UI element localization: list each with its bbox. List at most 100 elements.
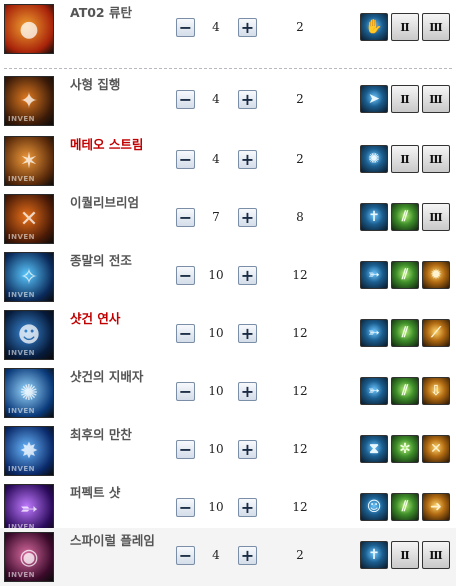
decrease-button[interactable]: − [176,90,195,109]
watermark: INVEN [8,465,36,473]
tripod-2-icon[interactable]: ✲ [391,435,419,463]
skill-row: ✦ INVEN 사형 집행 − 4 +2 ➤ Ⅱ Ⅲ [0,72,456,130]
skill-thumbnail: ● [4,4,54,54]
skill-row: ◉ INVEN 스파이럴 플레임 − 4 +2 ✝ Ⅱ Ⅲ [0,528,456,586]
skill-name: 종말의 전조 [70,253,132,268]
tripod-tier-3-button[interactable]: Ⅲ [422,85,450,113]
skill-level-value: 12 [292,500,308,514]
tripod-1-icon[interactable]: ➳ [360,319,388,347]
skill-row: ✧ INVEN 종말의 전조 −10 +12 ➳ ⫽ ✹ [0,248,456,306]
tripod-3-icon[interactable]: ⟋ [422,319,450,347]
tripod-1-icon[interactable]: ✋ [360,13,388,41]
tripod-3-icon[interactable]: ➜ [422,493,450,521]
skill-level-value: 12 [292,268,308,282]
tripod-1-icon[interactable]: ⧗ [360,435,388,463]
tripod-2-icon[interactable]: ⫽ [391,203,419,231]
skill-thumbnail: ✸ INVEN [4,426,54,476]
increase-button[interactable]: + [238,324,257,343]
tripod-2-icon[interactable]: ⫽ [391,493,419,521]
tripod-2-icon[interactable]: ⫽ [391,319,419,347]
tripod-tier-2-button[interactable]: Ⅱ [391,145,419,173]
increase-button[interactable]: + [238,440,257,459]
tripod-2-icon[interactable]: ⫽ [391,261,419,289]
tripod-3-icon[interactable]: ✕ [422,435,450,463]
skill-thumbnail: ✦ INVEN [4,76,54,126]
decrease-button[interactable]: − [176,498,195,517]
tripod-1-icon[interactable]: ✝ [360,541,388,569]
increase-button[interactable]: + [238,546,257,565]
skill-level-value: 2 [296,548,304,562]
decrease-button[interactable]: − [176,440,195,459]
skill-points-value: 10 [208,268,224,282]
tripod-1-icon[interactable]: ✺ [360,145,388,173]
increase-button[interactable]: + [238,382,257,401]
skill-points-value: 10 [208,326,224,340]
skill-thumbnail: ✶ INVEN [4,136,54,186]
watermark: INVEN [8,291,36,299]
watermark: INVEN [8,349,36,357]
skill-points-value: 4 [212,548,220,562]
skill-row: ✕ INVEN 이퀄리브리엄 − 7 +8 ✝ ⫽ Ⅲ [0,190,456,248]
skill-level-value: 2 [296,152,304,166]
skill-thumbnail: ✕ INVEN [4,194,54,244]
tripod-tier-2-button[interactable]: Ⅱ [391,13,419,41]
tripod-tier-2-button[interactable]: Ⅱ [391,541,419,569]
tripod-2-icon[interactable]: ⫽ [391,377,419,405]
skill-thumbnail: ☻ INVEN [4,310,54,360]
tripod-tier-3-button[interactable]: Ⅲ [422,13,450,41]
skill-points-value: 4 [212,20,220,34]
skill-thumbnail: ✺ INVEN [4,368,54,418]
tripod-1-icon[interactable]: ➳ [360,377,388,405]
decrease-button[interactable]: − [176,266,195,285]
decrease-button[interactable]: − [176,208,195,227]
skill-points-value: 4 [212,92,220,106]
tripod-3-icon[interactable]: ⇩ [422,377,450,405]
skill-name: 메테오 스트림 [70,137,144,152]
skill-name: 최후의 만찬 [70,427,132,442]
tripod-tier-3-button[interactable]: Ⅲ [422,145,450,173]
skill-row: ✸ INVEN 최후의 만찬 −10 +12 ⧗ ✲ ✕ [0,422,456,480]
decrease-button[interactable]: − [176,324,195,343]
tripod-1-icon[interactable]: ✝ [360,203,388,231]
skill-points-value: 10 [208,384,224,398]
skill-level-value: 12 [292,326,308,340]
skill-name: 샷건의 지배자 [70,369,144,384]
tripod-1-icon[interactable]: ➤ [360,85,388,113]
skill-name: 스파이럴 플레임 [70,533,155,548]
skill-name: 퍼펙트 샷 [70,485,121,500]
skill-level-value: 12 [292,442,308,456]
increase-button[interactable]: + [238,208,257,227]
skill-thumbnail-glyph: ● [19,16,39,42]
watermark: INVEN [8,115,36,123]
skill-level-value: 2 [296,20,304,34]
decrease-button[interactable]: − [176,18,195,37]
skill-name: 샷건 연사 [70,311,121,326]
tripod-tier-2-button[interactable]: Ⅱ [391,85,419,113]
increase-button[interactable]: + [238,90,257,109]
skill-points-value: 7 [212,210,220,224]
skill-name: 이퀄리브리엄 [70,195,140,210]
increase-button[interactable]: + [238,498,257,517]
skill-row: ✶ INVEN 메테오 스트림 − 4 +2 ✺ Ⅱ Ⅲ [0,132,456,190]
skill-name: AT02 류탄 [70,5,132,20]
tripod-1-icon[interactable]: ☺ [360,493,388,521]
increase-button[interactable]: + [238,150,257,169]
skill-level-value: 8 [296,210,304,224]
skill-thumbnail: ✧ INVEN [4,252,54,302]
tripod-tier-3-button[interactable]: Ⅲ [422,203,450,231]
decrease-button[interactable]: − [176,150,195,169]
section-divider [4,68,452,69]
tripod-3-icon[interactable]: ✹ [422,261,450,289]
skill-row: ● AT02 류탄 − 4 +2 ✋ Ⅱ Ⅲ [0,0,456,58]
skill-points-value: 10 [208,442,224,456]
tripod-tier-3-button[interactable]: Ⅲ [422,541,450,569]
decrease-button[interactable]: − [176,546,195,565]
skill-points-value: 4 [212,152,220,166]
skill-points-value: 10 [208,500,224,514]
skill-level-value: 2 [296,92,304,106]
increase-button[interactable]: + [238,18,257,37]
skill-name: 사형 집행 [70,77,121,92]
increase-button[interactable]: + [238,266,257,285]
decrease-button[interactable]: − [176,382,195,401]
tripod-1-icon[interactable]: ➳ [360,261,388,289]
